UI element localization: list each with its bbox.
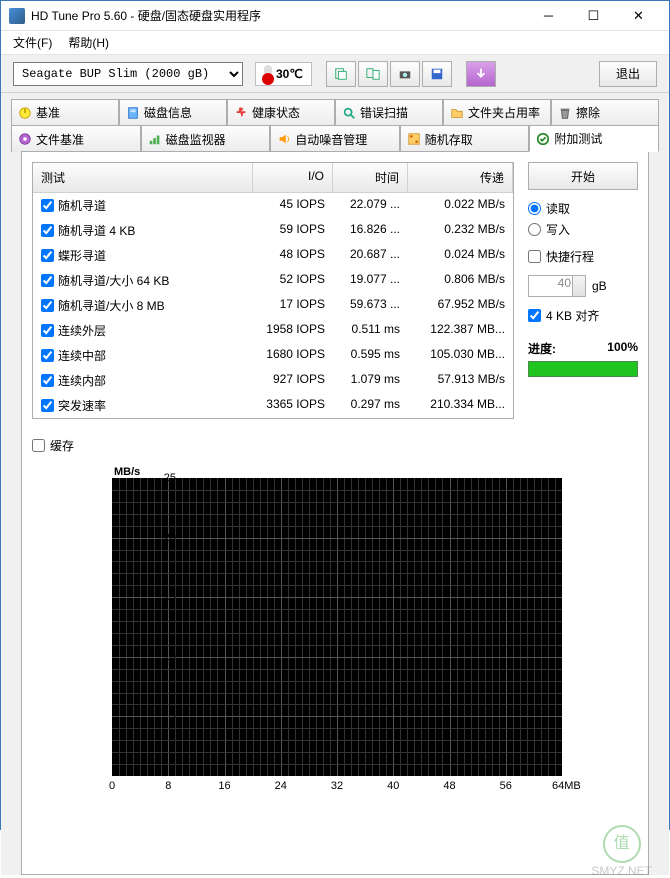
temperature: 30℃ bbox=[255, 62, 312, 86]
menubar: 文件(F) 帮助(H) bbox=[1, 31, 669, 55]
x-tick: 8 bbox=[158, 780, 178, 792]
y-tick: 15 bbox=[154, 591, 176, 603]
tab-scan[interactable]: 错误扫描 bbox=[335, 99, 443, 125]
watermark-icon: 值 bbox=[603, 825, 641, 863]
scan-icon bbox=[342, 106, 356, 120]
row-checkbox[interactable] bbox=[41, 374, 54, 387]
progress-bar bbox=[528, 361, 638, 377]
tab-monitor[interactable]: 磁盘监视器 bbox=[141, 125, 271, 152]
menu-file[interactable]: 文件(F) bbox=[5, 32, 60, 53]
copy-all-button[interactable] bbox=[358, 61, 388, 87]
random-icon bbox=[407, 132, 421, 146]
y-tick: 5 bbox=[154, 710, 176, 722]
align-checkbox[interactable]: 4 KB 对齐 bbox=[528, 307, 638, 324]
row-checkbox[interactable] bbox=[41, 324, 54, 337]
x-tick: 16 bbox=[215, 780, 235, 792]
size-unit: gB bbox=[592, 279, 607, 293]
row-checkbox[interactable] bbox=[41, 199, 54, 212]
thermometer-icon bbox=[264, 65, 272, 83]
col-transfer[interactable]: 传递 bbox=[408, 163, 513, 192]
table-row[interactable]: 突发速率3365 IOPS0.297 ms210.334 MB... bbox=[33, 393, 513, 418]
info-icon bbox=[126, 106, 140, 120]
tab-content: 测试 I/O 时间 传递 随机寻道45 IOPS22.079 ...0.022 … bbox=[21, 151, 649, 875]
exit-button[interactable]: 退出 bbox=[599, 61, 657, 87]
tab-extra[interactable]: 附加测试 bbox=[529, 125, 659, 152]
table-row[interactable]: 随机寻道/大小 64 KB52 IOPS19.077 ...0.806 MB/s bbox=[33, 268, 513, 293]
close-button[interactable]: ✕ bbox=[616, 2, 661, 30]
toolbar: Seagate BUP Slim (2000 gB) 30℃ 退出 bbox=[1, 55, 669, 93]
x-tick: 64MB bbox=[552, 780, 572, 792]
y-tick: 25 bbox=[154, 472, 176, 484]
monitor-icon bbox=[148, 132, 162, 146]
sound-icon bbox=[277, 132, 291, 146]
cache-checkbox[interactable]: 缓存 bbox=[32, 437, 638, 454]
tab-benchmark[interactable]: 基准 bbox=[11, 99, 119, 125]
x-tick: 56 bbox=[496, 780, 516, 792]
app-icon bbox=[9, 8, 25, 24]
tab-trash[interactable]: 擦除 bbox=[551, 99, 659, 125]
y-tick: 20 bbox=[154, 532, 176, 544]
col-test[interactable]: 测试 bbox=[33, 163, 253, 192]
temp-value: 30℃ bbox=[276, 67, 303, 81]
tabs: 基准磁盘信息健康状态错误扫描文件夹占用率擦除 文件基准磁盘监视器自动噪音管理随机… bbox=[1, 93, 669, 875]
test-table: 测试 I/O 时间 传递 随机寻道45 IOPS22.079 ...0.022 … bbox=[32, 162, 514, 419]
col-io[interactable]: I/O bbox=[253, 163, 333, 192]
row-checkbox[interactable] bbox=[41, 224, 54, 237]
side-panel: 开始 读取 写入 快捷行程 40 gB 4 KB 对齐 进度: 100% bbox=[528, 162, 638, 419]
drive-select[interactable]: Seagate BUP Slim (2000 gB) bbox=[13, 62, 243, 86]
save-button[interactable] bbox=[422, 61, 452, 87]
table-row[interactable]: 蝶形寻道48 IOPS20.687 ...0.024 MB/s bbox=[33, 243, 513, 268]
menu-help[interactable]: 帮助(H) bbox=[60, 32, 117, 53]
table-row[interactable]: 随机寻道45 IOPS22.079 ...0.022 MB/s bbox=[33, 193, 513, 218]
y-tick: 10 bbox=[154, 651, 176, 663]
benchmark-icon bbox=[18, 106, 32, 120]
screenshot-button[interactable] bbox=[390, 61, 420, 87]
row-checkbox[interactable] bbox=[41, 299, 54, 312]
table-row[interactable]: 连续中部1680 IOPS0.595 ms105.030 MB... bbox=[33, 343, 513, 368]
progress-label: 进度: bbox=[528, 340, 556, 357]
tab-folder[interactable]: 文件夹占用率 bbox=[443, 99, 551, 125]
download-button[interactable] bbox=[466, 61, 496, 87]
health-icon bbox=[234, 106, 248, 120]
tab-sound[interactable]: 自动噪音管理 bbox=[270, 125, 400, 152]
table-row[interactable]: 连续内部927 IOPS1.079 ms57.913 MB/s bbox=[33, 368, 513, 393]
minimize-button[interactable]: ─ bbox=[526, 2, 571, 30]
row-checkbox[interactable] bbox=[41, 249, 54, 262]
row-checkbox[interactable] bbox=[41, 349, 54, 362]
x-tick: 40 bbox=[383, 780, 403, 792]
tab-random[interactable]: 随机存取 bbox=[400, 125, 530, 152]
tab-info[interactable]: 磁盘信息 bbox=[119, 99, 227, 125]
row-checkbox[interactable] bbox=[41, 399, 54, 412]
quick-checkbox[interactable]: 快捷行程 bbox=[528, 248, 638, 265]
start-button[interactable]: 开始 bbox=[528, 162, 638, 190]
extra-icon bbox=[536, 132, 550, 146]
window-title: HD Tune Pro 5.60 - 硬盘/固态硬盘实用程序 bbox=[31, 7, 526, 24]
folder-icon bbox=[450, 106, 464, 120]
tab-filebench[interactable]: 文件基准 bbox=[11, 125, 141, 152]
table-row[interactable]: 随机寻道/大小 8 MB17 IOPS59.673 ...67.952 MB/s bbox=[33, 293, 513, 318]
progress-value: 100% bbox=[607, 340, 638, 357]
col-time[interactable]: 时间 bbox=[333, 163, 408, 192]
cache-chart: MB/s 5 10 15 20 25 0 8 16 24 32 40 48 56 64MB bbox=[82, 466, 602, 806]
watermark: 值 SMYZ.NET bbox=[591, 825, 652, 878]
titlebar: HD Tune Pro 5.60 - 硬盘/固态硬盘实用程序 ─ ☐ ✕ bbox=[1, 1, 669, 31]
tab-health[interactable]: 健康状态 bbox=[227, 99, 335, 125]
maximize-button[interactable]: ☐ bbox=[571, 2, 616, 30]
x-tick: 32 bbox=[327, 780, 347, 792]
read-radio[interactable]: 读取 bbox=[528, 200, 638, 217]
trash-icon bbox=[558, 106, 572, 120]
write-radio[interactable]: 写入 bbox=[528, 221, 638, 238]
x-tick: 24 bbox=[271, 780, 291, 792]
y-axis-unit: MB/s bbox=[114, 466, 140, 478]
copy-button[interactable] bbox=[326, 61, 356, 87]
watermark-text: SMYZ.NET bbox=[591, 865, 652, 878]
x-tick: 0 bbox=[102, 780, 122, 792]
table-row[interactable]: 连续外层1958 IOPS0.511 ms122.387 MB... bbox=[33, 318, 513, 343]
size-spinner[interactable]: 40 bbox=[528, 275, 586, 297]
table-row[interactable]: 随机寻道 4 KB59 IOPS16.826 ...0.232 MB/s bbox=[33, 218, 513, 243]
filebench-icon bbox=[18, 132, 32, 146]
row-checkbox[interactable] bbox=[41, 274, 54, 287]
x-tick: 48 bbox=[440, 780, 460, 792]
